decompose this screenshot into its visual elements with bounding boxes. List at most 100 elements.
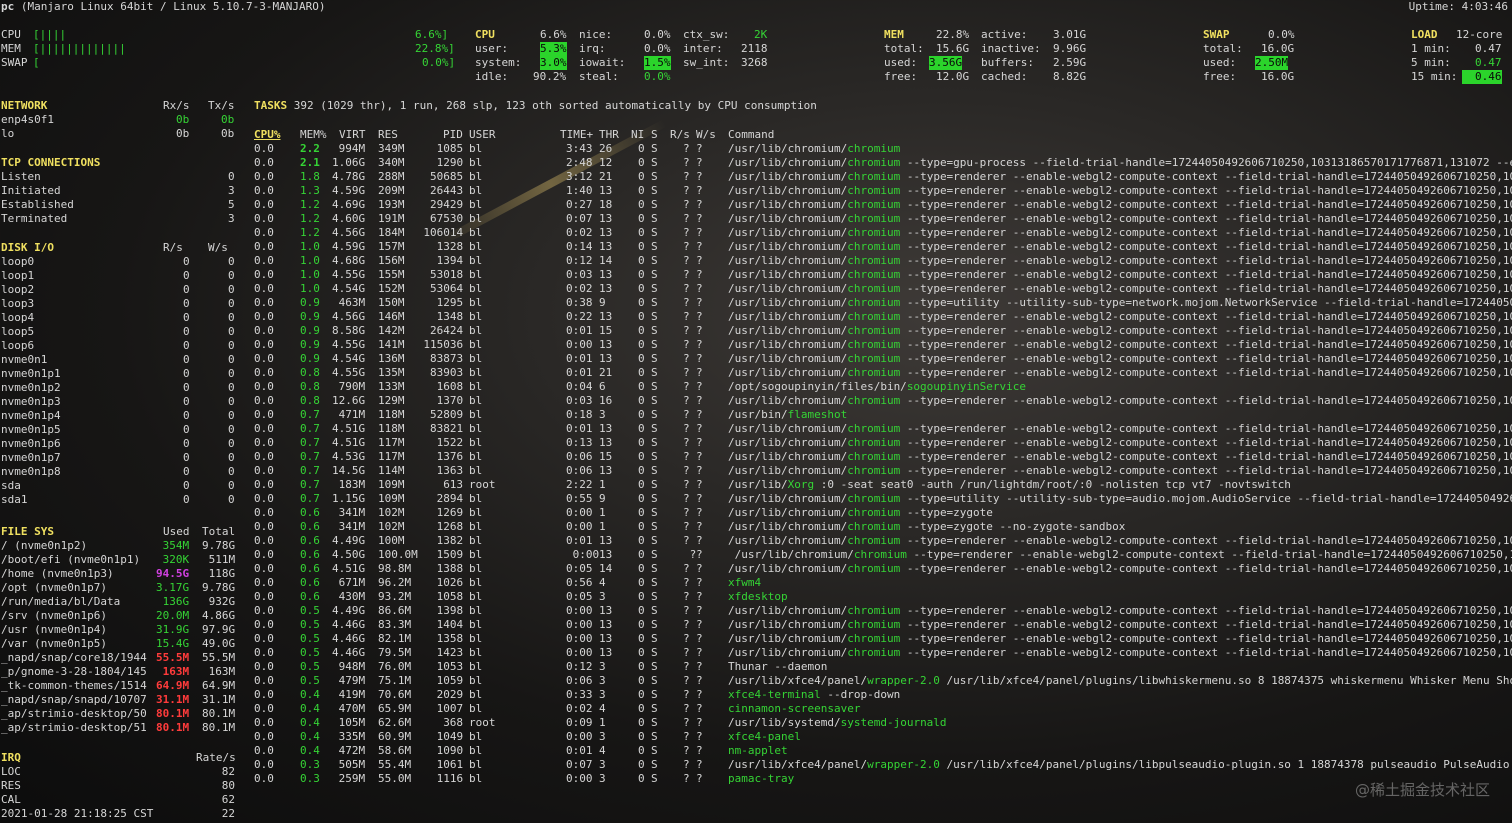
process-virt: 4.60G: [332, 212, 366, 225]
fs-mount-name: _p/gnome-3-28-1804/145: [1, 665, 147, 678]
process-mem: 1.0: [300, 240, 320, 253]
process-pid: 50685: [430, 170, 464, 183]
fs-used-value: 94.5G: [156, 567, 190, 580]
process-time: 0:02: [566, 702, 593, 715]
disk-read-rate: 0: [183, 409, 190, 422]
process-mem: 0.5: [300, 646, 320, 659]
datetime-footer: 2021-01-28 21:18:25 CST: [1, 807, 154, 820]
disk-w-header: W/s: [208, 241, 228, 254]
process-virt: 259M: [338, 772, 366, 785]
process-time: 0:06: [566, 450, 593, 463]
command-args: --type=renderer --enable-webgl2-compute-…: [900, 618, 1512, 631]
tcp-state-count: 3: [228, 212, 235, 225]
ql-mem-label: MEM: [1, 42, 21, 55]
command-args: --type=renderer --enable-webgl2-compute-…: [900, 534, 1512, 547]
command-name: chromium: [847, 254, 901, 267]
process-status: S: [651, 534, 658, 547]
process-virt: 4.53G: [332, 450, 366, 463]
process-user: bl: [469, 282, 483, 295]
process-nice: 0: [638, 520, 645, 533]
command-name: flameshot: [787, 408, 848, 421]
process-time: 0:06: [566, 674, 593, 687]
command-path: /usr/lib/chromium/: [728, 562, 848, 575]
process-mem: 0.9: [300, 352, 320, 365]
command-path: /usr/lib/chromium/: [728, 520, 848, 533]
cpu-nice-value: 0.0%: [644, 28, 671, 41]
process-nice: 0: [638, 506, 645, 519]
command-path: /usr/lib/chromium/: [728, 184, 848, 197]
col-thr-header[interactable]: THR: [599, 128, 619, 142]
process-cpu: 0.0: [254, 142, 274, 155]
command-path: /usr/lib/chromium/: [728, 534, 848, 547]
command-args: --type=zygote --no-zygote-sandbox: [900, 520, 1126, 533]
process-read-rate: ?: [683, 352, 690, 365]
disk-read-rate: 0: [183, 381, 190, 394]
process-time: 0:12: [566, 660, 593, 673]
irq-rate-value: 62: [221, 793, 236, 806]
process-pid: 2894: [436, 492, 464, 505]
process-nice: 0: [638, 548, 645, 561]
disk-device-name: nvme0n1p8: [1, 465, 61, 478]
command-path: /usr/bin/: [728, 408, 788, 421]
process-threads: 13: [599, 184, 613, 197]
process-virt: 341M: [338, 520, 366, 533]
process-cpu: 0.0: [254, 674, 274, 687]
process-threads: 13: [599, 240, 613, 253]
process-command: /usr/lib/chromium/chromium --type=render…: [728, 268, 1512, 282]
process-mem: 0.6: [300, 576, 320, 589]
col-mem-header[interactable]: MEM%: [300, 128, 327, 142]
command-args: --type=renderer --enable-webgl2-compute-…: [900, 352, 1512, 365]
process-virt: 505M: [338, 758, 366, 771]
process-cpu: 0.0: [254, 562, 274, 575]
col-s-header[interactable]: S: [651, 128, 658, 142]
process-threads: 9: [599, 492, 606, 505]
col-cpu-header[interactable]: CPU%: [254, 128, 281, 142]
process-pid: 115036: [423, 338, 464, 351]
command-path: /usr/lib/chromium/: [728, 324, 848, 337]
process-threads: 1: [599, 716, 606, 729]
col-ws-header[interactable]: W/s: [696, 128, 716, 142]
command-path: /usr/lib/chromium/: [728, 632, 848, 645]
disk-r-header: R/s: [163, 241, 183, 254]
process-status: S: [651, 688, 658, 701]
process-virt: 4.46G: [332, 618, 366, 631]
process-time: 0:27: [566, 198, 593, 211]
ql-swap-bar: [: [33, 56, 40, 69]
col-rs-header[interactable]: R/s: [670, 128, 690, 142]
col-ni-header[interactable]: NI: [631, 128, 644, 142]
fs-used-header: Used: [163, 525, 190, 538]
col-time-header[interactable]: TIME+: [560, 128, 593, 142]
process-nice: 0: [638, 660, 645, 673]
process-threads: 6: [599, 380, 606, 393]
cpu-iowait-value: 1.5%: [644, 56, 671, 70]
command-path: /usr/lib/chromium/: [728, 604, 848, 617]
process-read-rate: ?: [683, 674, 690, 687]
process-command: /usr/lib/chromium/chromium --type=render…: [728, 422, 1512, 436]
process-time: 0:00: [566, 730, 593, 743]
tcp-state-count: 3: [228, 184, 235, 197]
load-5m-value: 0.47: [1475, 56, 1502, 69]
process-read-rate: ?: [683, 254, 690, 267]
fs-mount-name: _napd/snap/snapd/10707: [1, 693, 147, 706]
command-path: /usr/lib/chromium/: [728, 282, 848, 295]
process-virt: 4.46G: [332, 646, 366, 659]
process-threads: 13: [599, 618, 613, 631]
cpu-ctx-value: 2K: [754, 28, 768, 41]
process-virt: 430M: [338, 590, 366, 603]
process-pid: 1522: [436, 436, 464, 449]
col-user-header[interactable]: USER: [469, 128, 496, 142]
process-user: bl: [469, 590, 483, 603]
col-virt-header[interactable]: VIRT: [339, 128, 366, 142]
process-pid: 52809: [430, 408, 464, 421]
col-res-header[interactable]: RES: [378, 128, 398, 142]
fs-total-value: 511M: [208, 553, 236, 566]
process-nice: 0: [638, 562, 645, 575]
col-pid-header[interactable]: PID: [443, 128, 463, 142]
process-status: S: [651, 744, 658, 757]
col-command-header[interactable]: Command: [728, 128, 774, 142]
command-name: chromium: [847, 198, 901, 211]
process-nice: 0: [638, 408, 645, 421]
mem-inactive-label: inactive:: [981, 42, 1041, 55]
process-time: 0:01: [566, 366, 593, 379]
process-time: 0:01: [566, 352, 593, 365]
